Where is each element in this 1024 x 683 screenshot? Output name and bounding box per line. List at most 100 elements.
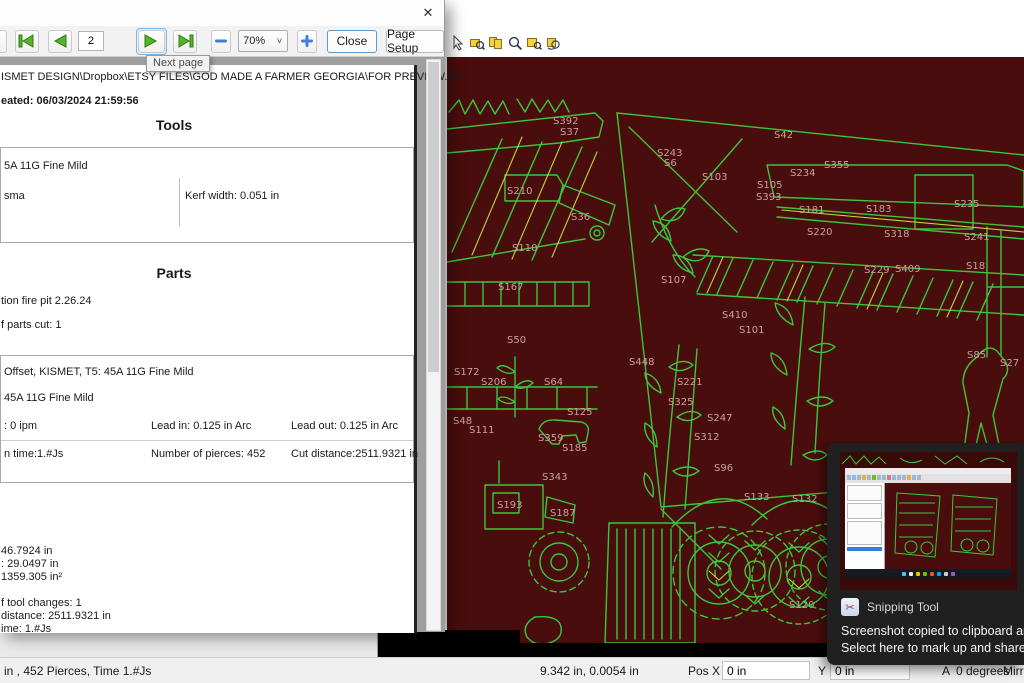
part-label: S111: [469, 425, 494, 436]
part-label: S132: [792, 494, 817, 505]
part-label: S247: [707, 413, 732, 424]
pos-x-input[interactable]: [722, 661, 810, 680]
part-label: S85: [967, 350, 986, 361]
last-page-icon: [175, 33, 195, 49]
status-job-summary: in , 452 Pierces, Time 1.#Js: [4, 664, 151, 678]
preview-scrollbar[interactable]: [426, 59, 441, 631]
part-label: S50: [507, 335, 526, 346]
pos-y-label: Y: [818, 664, 826, 678]
zoom-level-select[interactable]: 70% ˅: [238, 30, 287, 52]
next-page-tooltip: Next page: [146, 55, 210, 72]
angle-label: A: [942, 664, 950, 678]
part-label: S210: [507, 186, 532, 197]
tools-heading: Tools: [0, 117, 348, 133]
clipped-edge-button[interactable]: [0, 30, 7, 53]
part-label: S133: [744, 492, 769, 503]
zoom-extents-icon[interactable]: [487, 34, 504, 53]
part-label: S318: [884, 229, 909, 240]
part-label: S393: [756, 192, 781, 203]
lead-out-cell: Lead out: 0.125 in Arc: [291, 420, 398, 432]
close-icon[interactable]: ✕: [418, 3, 438, 23]
zoom-level-value: 70%: [243, 35, 265, 47]
part-label: S181: [799, 205, 824, 216]
part-label: S101: [739, 325, 764, 336]
zoom-out-button[interactable]: [211, 30, 231, 53]
part-detail-box: Offset, KISMET, T5: 45A 11G Fine Mild 45…: [0, 355, 414, 483]
part-label: S206: [481, 377, 506, 388]
part-label: S96: [714, 463, 733, 474]
scrollbar-thumb[interactable]: [428, 62, 439, 372]
notification-app-name: Snipping Tool: [867, 600, 939, 614]
run-time-cell: n time:1.#Js: [4, 448, 63, 460]
part-label: S409: [895, 264, 920, 275]
page-number-input[interactable]: [78, 31, 104, 51]
summary-time: ime: 1.#Js: [1, 623, 111, 636]
tools-box-divider: [179, 178, 180, 226]
part-label: S183: [866, 204, 891, 215]
cut-distance-cell: Cut distance:2511.9321 in: [291, 448, 418, 460]
angle-value: 0 degrees: [956, 664, 1009, 678]
zoom-selected-icon[interactable]: [525, 34, 542, 53]
part-label: S167: [498, 282, 523, 293]
notification-line1: Screenshot copied to clipboard and sav: [841, 623, 1024, 640]
part-label: S325: [668, 397, 693, 408]
status-cursor-coords: 9.342 in, 0.0054 in: [540, 664, 639, 678]
page-setup-button[interactable]: Page Setup: [386, 30, 444, 53]
job-summary: 46.7924 in : 29.0497 in 1359.305 in² f t…: [1, 545, 111, 636]
part-label: S172: [454, 367, 479, 378]
snipping-tool-notification[interactable]: ✂ Snipping Tool Screenshot copied to cli…: [827, 443, 1024, 665]
part-label: S6: [664, 158, 677, 169]
part-label: S343: [542, 472, 567, 483]
job-file-path: ISMET DESIGN\Dropbox\ETSY FILES\GOD MADE…: [1, 71, 462, 83]
next-page-icon: [142, 33, 160, 49]
zoom-dynamic-icon[interactable]: [506, 34, 523, 53]
part-label: S359: [538, 433, 563, 444]
tool-type: sma: [4, 190, 25, 202]
zoom-all-icon[interactable]: [544, 34, 561, 53]
select-cursor-icon[interactable]: [449, 34, 466, 53]
tools-box: 5A 11G Fine Mild sma Kerf width: 0.051 i…: [0, 147, 414, 243]
zoom-window-icon[interactable]: [468, 34, 485, 53]
summary-width: 46.7924 in: [1, 545, 111, 558]
tool-name: 5A 11G Fine Mild: [4, 160, 88, 172]
first-page-button[interactable]: [15, 30, 39, 53]
parts-heading: Parts: [0, 265, 348, 281]
previous-page-icon: [51, 33, 69, 49]
thumbnail-canvas: [885, 483, 1011, 569]
thumbnail-side-panel: [845, 483, 885, 569]
part-label: S18: [966, 261, 985, 272]
plus-icon: [300, 34, 314, 48]
part-label: S110: [512, 243, 537, 254]
part-label: S103: [702, 172, 727, 183]
mirror-label: Mirro: [1003, 664, 1024, 678]
notification-header: ✂ Snipping Tool: [841, 598, 939, 616]
part-label: S235: [954, 199, 979, 210]
close-button[interactable]: Close: [327, 30, 377, 53]
dialog-titlebar[interactable]: ✕: [0, 0, 444, 26]
snipping-tool-icon: ✂: [841, 598, 859, 616]
next-page-button[interactable]: [138, 30, 165, 53]
summary-area: 1359.305 in²: [1, 571, 111, 584]
part-label: S42: [774, 130, 793, 141]
part-label: S448: [629, 357, 654, 368]
detail-box-divider: [1, 440, 413, 441]
part-label: S185: [562, 443, 587, 454]
part-label: S187: [550, 508, 575, 519]
zoom-in-button[interactable]: [297, 30, 317, 53]
part-label: S37: [560, 127, 579, 138]
screenshot-thumbnail[interactable]: [840, 452, 1017, 590]
canvas-black-margin: [378, 630, 520, 657]
preview-area: ISMET DESIGN\Dropbox\ETSY FILES\GOD MADE…: [0, 56, 444, 632]
part-label: S107: [661, 275, 686, 286]
detail-line2: 45A 11G Fine Mild: [4, 392, 94, 404]
next-page-button-highlight: [136, 28, 167, 55]
last-page-button[interactable]: [173, 30, 197, 53]
part-label: S392: [553, 116, 578, 127]
feedrate-cell: : 0 ipm: [4, 420, 37, 432]
part-label: S410: [722, 310, 747, 321]
part-label: S36: [571, 212, 590, 223]
pos-x-label: Pos X: [688, 664, 720, 678]
previous-page-button[interactable]: [48, 30, 72, 53]
document-page: ISMET DESIGN\Dropbox\ETSY FILES\GOD MADE…: [0, 65, 417, 633]
notification-message[interactable]: Screenshot copied to clipboard and sav S…: [841, 623, 1024, 657]
